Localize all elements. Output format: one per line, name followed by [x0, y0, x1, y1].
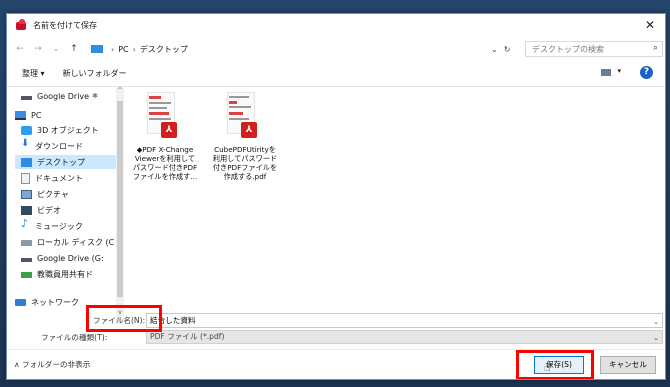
sidebar-item-label: Google Drive (G:	[37, 253, 104, 263]
sidebar-item-label: ピクチャ	[37, 189, 69, 199]
search-placeholder: デスクトップの検索	[532, 44, 604, 54]
sidebar-item-google-drive-g[interactable]: Google Drive (G:	[21, 251, 104, 265]
sidebar-item-label: Google Drive	[37, 91, 90, 101]
sidebar-item-shared-drive[interactable]: 教職員用共有ド	[21, 267, 93, 281]
filetype-row: ファイルの種類(T): PDF ファイル (*.pdf) ⌄	[7, 330, 665, 346]
drive-icon	[21, 96, 32, 100]
mouse-cursor-icon: ☝	[544, 361, 551, 374]
pdf-icon: ⅄	[161, 122, 177, 138]
network-icon	[15, 298, 26, 306]
sidebar-item-label: ローカル ディスク (C	[37, 237, 115, 247]
filename-input[interactable]	[150, 314, 620, 327]
search-icon: ⌕	[652, 43, 658, 53]
back-arrow-icon[interactable]: ←	[15, 44, 25, 54]
documents-icon	[21, 172, 30, 184]
pc-icon	[15, 110, 26, 120]
sidebar-item-label: ミュージック	[35, 221, 83, 231]
shared-drive-icon	[21, 272, 32, 278]
path-separator: ›	[111, 44, 115, 54]
local-disk-icon	[21, 240, 32, 246]
save-button[interactable]: 保存(S)	[534, 356, 584, 374]
refresh-icon[interactable]: ↻	[504, 45, 511, 54]
view-dropdown-icon[interactable]: ▾	[617, 67, 621, 75]
pictures-icon	[21, 189, 32, 199]
pdf-thumbnail: ⅄	[225, 92, 265, 142]
sidebar-item-label: 教職員用共有ド	[37, 269, 93, 279]
scroll-up-icon[interactable]: ^	[116, 87, 124, 94]
navigation-pane: Google Drive ✱ PC 3D オブジェクト ダウンロード	[7, 87, 124, 321]
sidebar-item-google-drive[interactable]: Google Drive ✱	[21, 89, 98, 103]
filename-label: ファイル名(N):	[93, 316, 146, 325]
up-arrow-icon[interactable]: ↑	[69, 44, 79, 54]
close-icon[interactable]: ✕	[645, 18, 655, 32]
sidebar-item-music[interactable]: ミュージック	[21, 217, 83, 233]
3d-objects-icon	[21, 125, 32, 135]
main-pane: Google Drive ✱ PC 3D オブジェクト ダウンロード	[7, 86, 665, 321]
sidebar-item-3d-objects[interactable]: 3D オブジェクト	[21, 123, 99, 137]
sidebar-item-pictures[interactable]: ピクチャ	[21, 187, 69, 201]
desktop-background: 名前を付けて保存 ✕ ← → ⌄ ↑ › PC › デスクトップ ⌄ ↻ デスク…	[0, 0, 670, 387]
sidebar-item-label: PC	[31, 110, 42, 120]
drive-icon	[21, 258, 32, 262]
new-folder-button[interactable]: 新しいフォルダー	[63, 68, 127, 79]
sidebar-item-documents[interactable]: ドキュメント	[21, 171, 83, 185]
sidebar-item-label: 3D オブジェクト	[37, 125, 99, 135]
sidebar-item-local-disk[interactable]: ローカル ディスク (C	[21, 235, 114, 249]
pdf-icon: ⅄	[241, 122, 257, 138]
sidebar-item-desktop[interactable]: デスクトップ	[15, 155, 124, 169]
sidebar-item-pc[interactable]: PC	[15, 108, 41, 122]
download-icon	[21, 138, 30, 151]
file-item[interactable]: ⅄ ◆PDF X-Change Viewerを利用して パスワード付きPDF フ…	[125, 92, 205, 181]
app-icon	[15, 19, 27, 31]
sidebar-item-label: ダウンロード	[35, 141, 83, 151]
scroll-thumb[interactable]	[117, 101, 123, 297]
navigation-bar: ← → ⌄ ↑ › PC › デスクトップ ⌄ ↻ デスクトップの検索 ⌕	[7, 40, 665, 58]
address-bar[interactable]: › PC › デスクトップ	[91, 40, 505, 58]
cancel-button[interactable]: キャンセル	[600, 356, 656, 374]
videos-icon	[21, 205, 32, 215]
folder-icon	[91, 45, 103, 53]
pin-icon: ✱	[92, 92, 98, 100]
filetype-dropdown-icon[interactable]: ⌄	[653, 332, 659, 344]
sidebar-item-label: デスクトップ	[37, 157, 85, 167]
filetype-label: ファイルの種類(T):	[41, 333, 108, 342]
filename-field[interactable]: ⌄	[146, 313, 663, 328]
view-options-icon[interactable]	[601, 69, 611, 76]
address-dropdown-icon[interactable]: ⌄	[491, 45, 498, 54]
breadcrumb-pc[interactable]: PC	[118, 45, 128, 54]
file-item[interactable]: ⅄ CubePDFUtirityを 利用してパスワード 付きPDFファイルを 作…	[205, 92, 285, 181]
title-bar: 名前を付けて保存 ✕	[7, 14, 665, 36]
save-as-dialog: 名前を付けて保存 ✕ ← → ⌄ ↑ › PC › デスクトップ ⌄ ↻ デスク…	[6, 13, 666, 380]
sidebar-item-label: ドキュメント	[35, 173, 83, 183]
sidebar-item-downloads[interactable]: ダウンロード	[21, 138, 83, 153]
sidebar-item-label: ビデオ	[37, 205, 61, 215]
hide-folders-toggle[interactable]: ∧ フォルダーの非表示	[14, 359, 90, 370]
filename-row: ファイル名(N): ⌄	[7, 312, 665, 328]
file-name: ◆PDF X-Change Viewerを利用して パスワード付きPDF ファイ…	[132, 145, 198, 181]
recent-dropdown-icon[interactable]: ⌄	[51, 44, 61, 54]
path-separator: ›	[132, 44, 136, 54]
filename-dropdown-icon[interactable]: ⌄	[653, 316, 659, 329]
pdf-thumbnail: ⅄	[145, 92, 185, 142]
desktop-icon	[21, 157, 32, 167]
file-name: CubePDFUtirityを 利用してパスワード 付きPDFファイルを 作成す…	[212, 145, 278, 181]
help-icon[interactable]: ?	[640, 66, 653, 79]
sidebar-item-videos[interactable]: ビデオ	[21, 203, 61, 217]
forward-arrow-icon[interactable]: →	[33, 44, 43, 54]
sidebar-item-label: ネットワーク	[31, 297, 79, 307]
sidebar-item-network[interactable]: ネットワーク	[15, 295, 79, 309]
sidebar-scrollbar[interactable]: ^ v	[116, 87, 124, 321]
command-bar: 整理 ▾ 新しいフォルダー ▾ ?	[7, 64, 665, 82]
organize-button[interactable]: 整理 ▾	[22, 68, 45, 79]
window-title: 名前を付けて保存	[33, 20, 97, 30]
breadcrumb-desktop[interactable]: デスクトップ	[140, 44, 188, 55]
file-list: ⅄ ◆PDF X-Change Viewerを利用して パスワード付きPDF フ…	[125, 87, 665, 321]
filetype-select[interactable]: PDF ファイル (*.pdf) ⌄	[146, 330, 663, 344]
dialog-footer: ∧ フォルダーの非表示 保存(S) キャンセル	[7, 349, 665, 379]
music-icon	[21, 217, 30, 231]
search-input[interactable]: デスクトップの検索 ⌕	[525, 41, 663, 57]
filetype-value: PDF ファイル (*.pdf)	[150, 332, 225, 341]
